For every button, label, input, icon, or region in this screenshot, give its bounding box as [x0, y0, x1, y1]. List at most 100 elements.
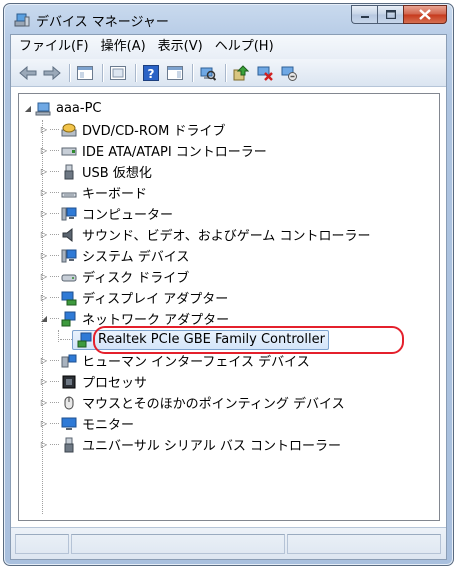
back-arrow-icon[interactable]: [17, 63, 39, 83]
caption-buttons: [351, 5, 447, 24]
disk-drive-icon: [61, 269, 77, 285]
toolbar-separator: [225, 63, 226, 82]
minimize-icon: [360, 15, 369, 18]
maximize-button[interactable]: [377, 5, 403, 24]
expand-triangle-icon[interactable]: ▷: [39, 356, 49, 366]
computer-icon: [35, 101, 51, 117]
expand-triangle-icon[interactable]: ▷: [39, 293, 49, 303]
computer-icon: [61, 206, 77, 222]
forward-arrow-icon[interactable]: [41, 63, 63, 83]
update-driver-icon[interactable]: [230, 63, 252, 83]
status-bar: [11, 527, 446, 559]
tree-item-label: DVD/CD-ROM ドライブ: [82, 124, 226, 139]
client-area: ファイル(F) 操作(A) 表示(V) ヘルプ(H) ? ◢ aaa-PC ▷ …: [10, 34, 447, 560]
tree-item-system[interactable]: ▷ システム デバイス: [39, 245, 189, 266]
menu-file[interactable]: ファイル(F): [13, 36, 95, 58]
tree-item-label: ヒューマン インターフェイス デバイス: [82, 355, 310, 370]
menu-help[interactable]: ヘルプ(H): [209, 36, 280, 58]
network-adapter-icon: [61, 311, 77, 327]
tree-item-label: サウンド、ビデオ、およびゲーム コントローラー: [82, 229, 371, 244]
help-icon[interactable]: ?: [140, 63, 162, 83]
title-bar[interactable]: デバイス マネージャー: [4, 4, 453, 34]
mouse-icon: [61, 395, 77, 411]
expand-triangle-icon[interactable]: ▷: [39, 377, 49, 387]
scan-hardware-icon[interactable]: [197, 63, 219, 83]
status-panel: [15, 534, 69, 554]
expand-triangle-icon[interactable]: ▷: [39, 272, 49, 282]
expand-triangle-icon[interactable]: ▷: [39, 167, 49, 177]
menu-bar: ファイル(F) 操作(A) 表示(V) ヘルプ(H): [11, 35, 446, 59]
tree-item-usb-controller[interactable]: ▷ ユニバーサル シリアル バス コントローラー: [39, 434, 341, 455]
uninstall-device-icon[interactable]: [278, 63, 300, 83]
status-panel: [287, 534, 441, 554]
network-card-icon: [77, 332, 93, 348]
minimize-button[interactable]: [351, 5, 377, 24]
display-adapter-icon: [61, 290, 77, 306]
tree-item-disk[interactable]: ▷ ディスク ドライブ: [39, 266, 189, 287]
tree-item-display[interactable]: ▷ ディスプレイ アダプター: [39, 287, 228, 308]
status-panel: [71, 534, 285, 554]
tree-root[interactable]: ◢ aaa-PC: [23, 98, 102, 119]
tree-item-label: ディスク ドライブ: [82, 271, 190, 286]
usb-icon: [61, 164, 77, 180]
expand-triangle-icon[interactable]: ▷: [39, 146, 49, 156]
usb-controller-icon: [61, 437, 77, 453]
collapse-triangle-icon[interactable]: ◢: [23, 104, 33, 114]
toolbar-separator: [102, 63, 103, 82]
tree-item-label: システム デバイス: [82, 250, 190, 265]
toolbar-separator: [192, 63, 193, 82]
tree-item-label: プロセッサ: [82, 376, 148, 391]
show-hide-console-tree-icon[interactable]: [74, 63, 96, 83]
tree-item-hid[interactable]: ▷ ヒューマン インターフェイス デバイス: [39, 350, 310, 371]
svg-text:?: ?: [148, 67, 155, 81]
hid-icon: [61, 353, 77, 369]
expand-triangle-icon[interactable]: ▷: [39, 251, 49, 261]
expand-triangle-icon[interactable]: ▷: [39, 209, 49, 219]
tree-item-label: IDE ATA/ATAPI コントローラー: [82, 145, 267, 160]
tree-item-label: コンピューター: [82, 208, 174, 223]
expand-triangle-icon[interactable]: ▷: [39, 440, 49, 450]
tree-item-label: ディスプレイ アダプター: [82, 292, 229, 307]
expand-triangle-icon[interactable]: ▷: [39, 230, 49, 240]
ide-controller-icon: [61, 143, 77, 159]
keyboard-icon: [61, 185, 77, 201]
toolbar-separator: [69, 63, 70, 82]
collapse-triangle-icon[interactable]: ◢: [39, 314, 49, 324]
close-button[interactable]: [403, 5, 447, 24]
action-pane-icon[interactable]: [164, 63, 186, 83]
tree-item-processor[interactable]: ▷ プロセッサ: [39, 371, 147, 392]
tree-item-keyboard[interactable]: ▷ キーボード: [39, 182, 147, 203]
tree-item-monitor[interactable]: ▷ モニター: [39, 413, 134, 434]
device-manager-window: デバイス マネージャー ファイル(F) 操作(A) 表示(V) ヘルプ(H) ?…: [3, 3, 454, 566]
tree-item-mouse[interactable]: ▷ マウスとそのほかのポインティング デバイス: [39, 392, 345, 413]
tree-item-label: USB 仮想化: [82, 166, 152, 181]
tree-item-computer[interactable]: ▷ コンピューター: [39, 203, 173, 224]
expand-triangle-icon[interactable]: ▷: [39, 398, 49, 408]
system-device-icon: [61, 248, 77, 264]
tree-item-label: ユニバーサル シリアル バス コントローラー: [82, 439, 342, 454]
disable-device-icon[interactable]: [254, 63, 276, 83]
device-tree[interactable]: ◢ aaa-PC ▷ DVD/CD-ROM ドライブ ▷ IDE ATA/ATA…: [18, 93, 440, 521]
menu-view[interactable]: 表示(V): [152, 36, 209, 58]
expand-triangle-icon[interactable]: ▷: [39, 419, 49, 429]
tree-item-label: マウスとそのほかのポインティング デバイス: [82, 397, 345, 412]
tree-item-dvd[interactable]: ▷ DVD/CD-ROM ドライブ: [39, 119, 225, 140]
dvd-drive-icon: [61, 122, 77, 138]
tree-root-label: aaa-PC: [56, 101, 102, 116]
close-icon: [419, 9, 431, 20]
speaker-icon: [61, 227, 77, 243]
device-manager-icon: [14, 12, 30, 28]
tree-item-ide[interactable]: ▷ IDE ATA/ATAPI コントローラー: [39, 140, 267, 161]
expand-triangle-icon[interactable]: ▷: [39, 125, 49, 135]
window-title: デバイス マネージャー: [36, 15, 169, 30]
expand-triangle-icon[interactable]: ▷: [39, 188, 49, 198]
menu-action[interactable]: 操作(A): [95, 36, 152, 58]
processor-icon: [61, 374, 77, 390]
tree-item-label: キーボード: [82, 187, 148, 202]
toolbar: ?: [11, 59, 446, 87]
properties-icon[interactable]: [107, 63, 129, 83]
tree-item-sound[interactable]: ▷ サウンド、ビデオ、およびゲーム コントローラー: [39, 224, 370, 245]
tree-item-usb-virtual[interactable]: ▷ USB 仮想化: [39, 161, 152, 182]
monitor-icon: [61, 416, 77, 432]
tree-item-label: モニター: [82, 418, 135, 433]
